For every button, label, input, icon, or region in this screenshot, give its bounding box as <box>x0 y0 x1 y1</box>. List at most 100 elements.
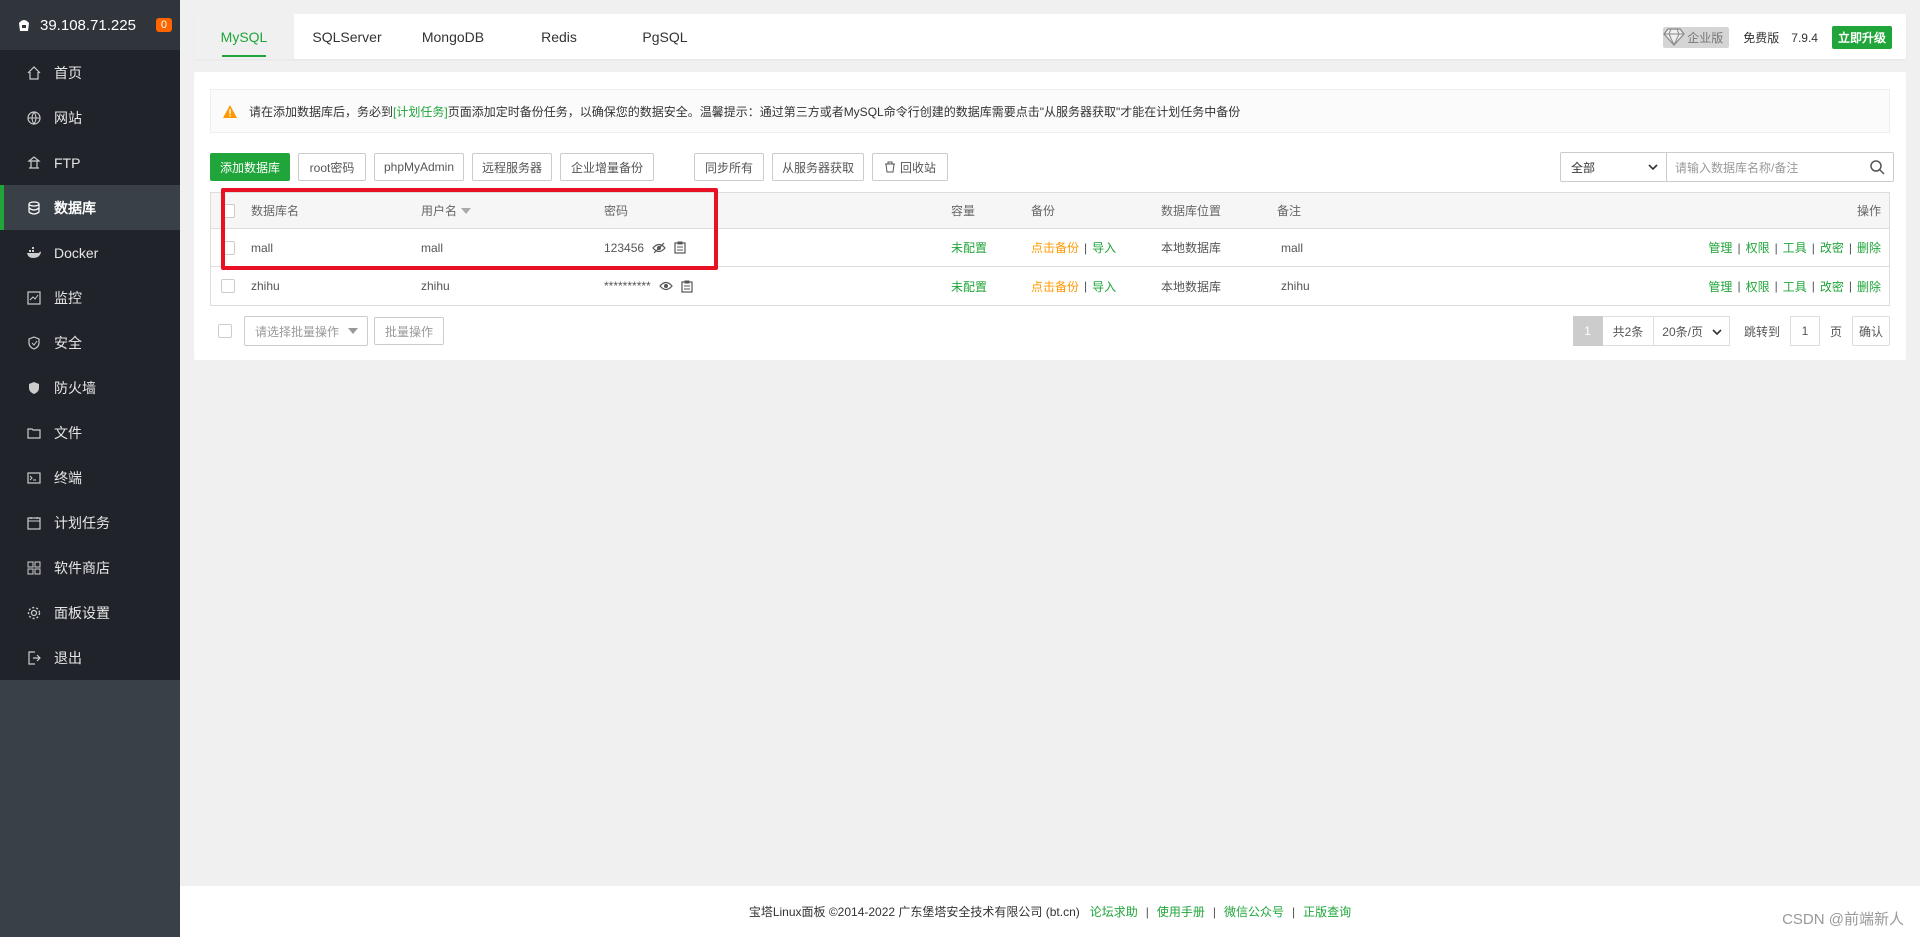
database-filter-select[interactable]: 全部 <box>1560 152 1668 182</box>
add-database-button[interactable]: 添加数据库 <box>210 153 290 181</box>
table-row: mall mall 123456 未配置 点击备份 | 导入 本地数据库 mal… <box>211 229 1889 267</box>
manage-link[interactable]: 管理 <box>1708 278 1732 295</box>
sidebar-item-home[interactable]: 首页 <box>0 50 180 95</box>
filter-value: 全部 <box>1571 160 1596 175</box>
import-link[interactable]: 导入 <box>1092 278 1116 295</box>
delete-link[interactable]: 删除 <box>1857 278 1881 295</box>
enterprise-label: 企业版 <box>1687 31 1724 45</box>
calendar-icon <box>26 515 42 531</box>
select-all-checkbox[interactable] <box>221 193 235 228</box>
search-placeholder: 请输入数据库名称/备注 <box>1675 160 1799 175</box>
sidebar-item-database[interactable]: 数据库 <box>0 185 180 230</box>
change-password-link[interactable]: 改密 <box>1820 278 1844 295</box>
row-checkbox[interactable] <box>221 229 235 266</box>
tab-mongodb[interactable]: MongoDB <box>400 14 506 59</box>
col-db-name[interactable]: 数据库名 <box>251 193 299 228</box>
sidebar-item-cron[interactable]: 计划任务 <box>0 500 180 545</box>
sidebar-item-label: 网站 <box>54 109 82 126</box>
sidebar-item-ftp[interactable]: FTP <box>0 140 180 185</box>
ftp-icon <box>26 155 42 171</box>
separator: | <box>1084 279 1088 293</box>
permission-link[interactable]: 权限 <box>1746 278 1770 295</box>
manual-link[interactable]: 使用手册 <box>1157 903 1205 920</box>
sidebar-item-label: FTP <box>54 154 81 171</box>
backup-now-link[interactable]: 点击备份 <box>1031 239 1079 256</box>
docker-icon <box>26 245 42 261</box>
apps-icon <box>26 560 42 576</box>
capacity-not-configured-link[interactable]: 未配置 <box>951 267 987 305</box>
sidebar-item-firewall[interactable]: 防火墙 <box>0 365 180 410</box>
change-password-link[interactable]: 改密 <box>1820 239 1844 256</box>
eye-slash-icon[interactable] <box>652 242 666 254</box>
phpmyadmin-button[interactable]: phpMyAdmin <box>374 153 464 181</box>
tab-sqlserver[interactable]: SQLServer <box>294 14 400 59</box>
cron-task-link[interactable]: [计划任务] <box>393 103 448 120</box>
copy-icon[interactable] <box>681 280 693 293</box>
tools-link[interactable]: 工具 <box>1783 239 1807 256</box>
sidebar-item-label: 首页 <box>54 64 82 81</box>
sidebar-item-website[interactable]: 网站 <box>0 95 180 140</box>
batch-operation-select[interactable]: 请选择批量操作 <box>244 316 368 346</box>
col-username[interactable]: 用户名 <box>421 193 472 228</box>
sidebar-item-logout[interactable]: 退出 <box>0 635 180 680</box>
sidebar: 39.108.71.225 0 首页 网站 FTP 数据库 Docker 监控 <box>0 0 180 937</box>
root-password-button[interactable]: root密码 <box>298 153 366 181</box>
col-password: 密码 <box>604 204 629 218</box>
db-note[interactable]: zhihu <box>1281 267 1310 305</box>
recycle-bin-button[interactable]: 回收站 <box>872 153 948 181</box>
db-password: ********** <box>604 267 693 305</box>
sync-all-button[interactable]: 同步所有 <box>694 153 764 181</box>
password-value: ********** <box>604 279 651 293</box>
db-location: 本地数据库 <box>1161 279 1222 294</box>
incremental-backup-button[interactable]: 企业增量备份 <box>560 153 654 181</box>
database-search-input[interactable]: 请输入数据库名称/备注 <box>1666 152 1894 182</box>
tab-mysql[interactable]: MySQL <box>194 14 294 59</box>
current-page[interactable]: 1 <box>1572 316 1603 346</box>
database-icon <box>26 200 42 216</box>
page-size-select[interactable]: 20条/页 <box>1653 316 1730 346</box>
sidebar-item-label: Docker <box>54 244 99 261</box>
notification-badge[interactable]: 0 <box>155 18 172 32</box>
db-username: zhihu <box>421 279 450 293</box>
sidebar-item-security[interactable]: 安全 <box>0 320 180 365</box>
db-note[interactable]: mall <box>1281 229 1303 266</box>
tab-redis[interactable]: Redis <box>506 14 612 59</box>
capacity-not-configured-link[interactable]: 未配置 <box>951 229 987 266</box>
sidebar-item-files[interactable]: 文件 <box>0 410 180 455</box>
batch-operation-button[interactable]: 批量操作 <box>374 317 444 345</box>
page-number-input[interactable]: 1 <box>1789 316 1820 346</box>
search-icon[interactable] <box>1870 160 1885 175</box>
db-name: mall <box>251 240 274 255</box>
sidebar-menu: 首页 网站 FTP 数据库 Docker 监控 安全 防火墙 文件 终端 计划任… <box>0 50 180 680</box>
footer-separator: | <box>1145 904 1149 919</box>
eye-icon[interactable] <box>658 280 673 292</box>
permission-link[interactable]: 权限 <box>1746 239 1770 256</box>
enterprise-badge[interactable]: 企业版 <box>1663 27 1730 48</box>
license-check-link[interactable]: 正版查询 <box>1303 903 1351 920</box>
delete-link[interactable]: 删除 <box>1857 239 1881 256</box>
col-location: 数据库位置 <box>1161 204 1222 218</box>
sidebar-item-docker[interactable]: Docker <box>0 230 180 275</box>
upgrade-button[interactable]: 立即升级 <box>1831 26 1892 49</box>
manage-link[interactable]: 管理 <box>1708 239 1732 256</box>
forum-link[interactable]: 论坛求助 <box>1090 903 1138 920</box>
tab-pgsql[interactable]: PgSQL <box>612 14 718 59</box>
fetch-from-server-button[interactable]: 从服务器获取 <box>772 153 864 181</box>
sidebar-item-label: 安全 <box>54 334 82 351</box>
tools-link[interactable]: 工具 <box>1783 278 1807 295</box>
backup-now-link[interactable]: 点击备份 <box>1031 278 1079 295</box>
batch-select-checkbox[interactable] <box>218 324 232 338</box>
copy-icon[interactable] <box>674 241 686 254</box>
remote-server-button[interactable]: 远程服务器 <box>472 153 552 181</box>
sidebar-item-monitor[interactable]: 监控 <box>0 275 180 320</box>
sidebar-item-settings[interactable]: 面板设置 <box>0 590 180 635</box>
version-number: 7.9.4 <box>1791 30 1818 45</box>
sidebar-item-terminal[interactable]: 终端 <box>0 455 180 500</box>
recycle-bin-label: 回收站 <box>899 160 936 175</box>
confirm-jump-button[interactable]: 确认 <box>1852 316 1890 346</box>
row-checkbox[interactable] <box>221 267 235 305</box>
wechat-link[interactable]: 微信公众号 <box>1224 903 1284 920</box>
import-link[interactable]: 导入 <box>1092 239 1116 256</box>
total-count: 共2条 <box>1602 316 1655 346</box>
sidebar-item-store[interactable]: 软件商店 <box>0 545 180 590</box>
